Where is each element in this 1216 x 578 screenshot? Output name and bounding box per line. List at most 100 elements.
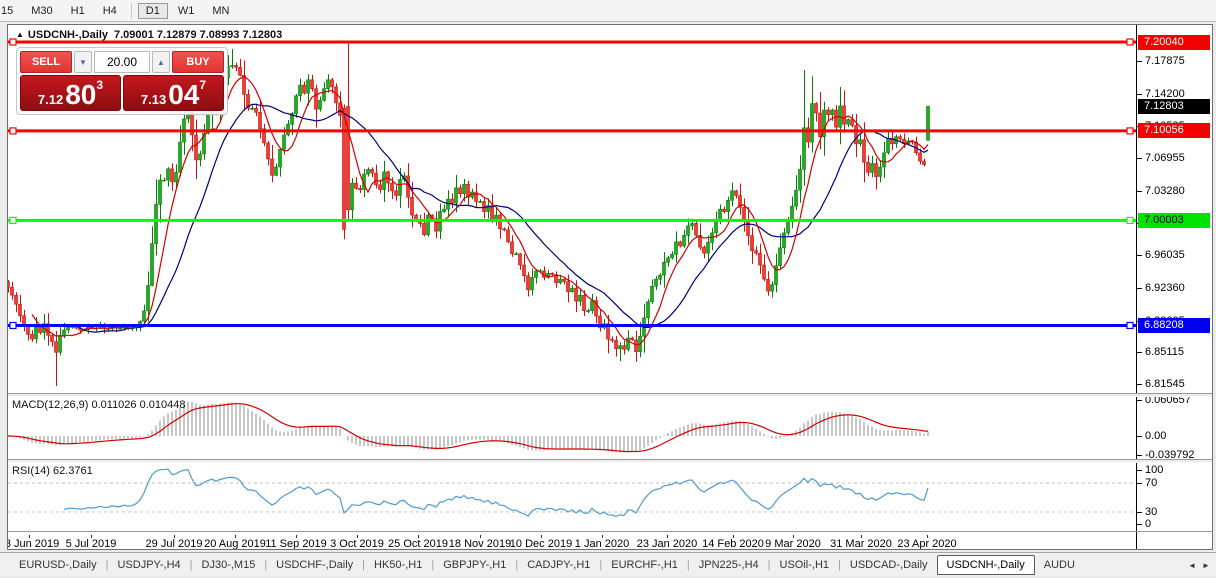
macd-panel[interactable]: MACD(12,26,9) 0.011026 0.010448 [8,397,1136,459]
axis-tick-label: 6.85115 [1145,346,1184,358]
sell-price-pip: 3 [96,78,104,92]
timeframe-button-m30[interactable]: M30 [23,3,60,19]
price-badge: 7.12803 [1138,99,1210,114]
axis-tick-mark [1137,436,1142,437]
axis-tick-label: 6.81545 [1145,378,1185,390]
axis-tick-label: 6.92360 [1145,282,1185,294]
timeframe-button-d1[interactable]: D1 [137,2,168,19]
price-badge: 7.20040 [1138,35,1210,50]
chart-window[interactable]: ▲ USDCNH-,Daily 7.09001 7.12879 7.08993 7.… [7,24,1213,550]
axis-tick-label: 7.17875 [1145,55,1185,67]
tab-hk50-h1[interactable]: HK50-,H1 [365,555,431,575]
date-label: 3 Oct 2019 [330,538,384,549]
buy-price-pip: 7 [199,78,207,92]
sell-button[interactable]: SELL [20,51,72,73]
axis-tick-mark [1137,455,1142,456]
price-badge: 6.88208 [1138,318,1210,333]
date-axis-divider [8,531,1212,532]
date-label: 20 Aug 2019 [204,538,266,549]
chart-symbol-label: USDCNH-,Daily [27,29,108,41]
tab-usdcad-daily[interactable]: USDCAD-,Daily [841,555,937,575]
axis-tick-mark [1137,288,1142,289]
axis-tick-mark [1137,400,1142,401]
tab-dj30-m15[interactable]: DJ30-,M15 [193,555,265,575]
axis-tick-label: 6.96035 [1145,249,1185,261]
tab-jpn225-h4[interactable]: JPN225-,H4 [690,555,768,575]
tab-scroll-right-icon[interactable]: ► [1202,561,1210,570]
axis-tick-mark [1137,191,1142,192]
date-label: 9 Mar 2020 [765,538,821,549]
panel-splitter[interactable] [8,393,1212,397]
date-label: 23 Apr 2020 [897,538,957,549]
tab-scroll-arrows: ◄ ► [1184,553,1214,576]
tab-eurchf-h1[interactable]: EURCHF-,H1 [602,555,687,575]
axis-tick-label: 0.00 [1145,430,1167,442]
timeframe-button-h1[interactable]: H1 [63,3,93,19]
axis-tick-label: 70 [1145,477,1158,489]
axis-tick-mark [1137,524,1142,525]
tab-gbpjpy-h1[interactable]: GBPJPY-,H1 [434,555,515,575]
date-label: 5 Jul 2019 [65,538,117,549]
axis-tick-mark [1137,255,1142,256]
date-label: 18 Nov 2019 [448,538,512,549]
buy-quote-panel[interactable]: 7.13 04 7 [123,75,224,111]
volume-input[interactable]: 20.00 [94,51,150,73]
price-badge: 7.10056 [1138,123,1210,138]
axis-tick-label: 100 [1145,464,1164,476]
one-click-trade-widget: SELL ▼ 20.00 ▲ BUY 7.12 80 3 7.13 04 7 [16,47,228,115]
buy-price-main: 7.13 [140,92,167,107]
timeframe-button-h4[interactable]: H4 [95,3,125,19]
volume-decrease-button[interactable]: ▼ [74,51,92,73]
timeframe-button-15[interactable]: 15 [0,3,21,19]
timeframe-button-w1[interactable]: W1 [170,3,203,19]
tab-usdjpy-h4[interactable]: USDJPY-,H4 [108,555,189,575]
rsi-panel[interactable]: RSI(14) 62.3761 [8,463,1136,531]
symbol-tabbar: EURUSD-,Daily | USDJPY-,H4 | DJ30-,M15 | USDCH… [0,552,1216,576]
axis-tick-label: 0 [1145,518,1152,530]
price-axis[interactable]: 7.17875 7.14200 7.06955 7.03280 6.96035 6.923… [1136,25,1212,549]
tab-usdchf-daily[interactable]: USDCHF-,Daily [267,555,362,575]
volume-increase-button[interactable]: ▲ [152,51,170,73]
panel-splitter[interactable] [8,459,1212,463]
date-label: 10 Dec 2019 [509,538,573,549]
macd-label: MACD(12,26,9) 0.011026 0.010448 [12,399,186,411]
axis-tick-mark [1137,512,1142,513]
tab-audu[interactable]: AUDU [1035,555,1084,575]
date-label: 13 Jun 2019 [8,538,60,549]
date-label: 29 Jul 2019 [145,538,203,549]
date-label: 31 Mar 2020 [830,538,892,549]
timeframe-button-mn[interactable]: MN [204,3,237,19]
axis-tick-label: 7.06955 [1145,152,1185,164]
axis-tick-mark [1137,94,1142,95]
collapse-arrow-icon[interactable]: ▲ [16,30,24,39]
tab-eurusd-daily[interactable]: EURUSD-,Daily [10,555,106,575]
sell-price-big: 80 [65,79,97,110]
rsi-chart[interactable] [8,463,1136,531]
tab-usdcnh-daily[interactable]: USDCNH-,Daily [936,554,1035,575]
buy-price-big: 04 [168,79,200,110]
axis-tick-mark [1137,352,1142,353]
axis-tick-mark [1137,470,1142,471]
sell-price-main: 7.12 [37,92,64,107]
date-label: 25 Oct 2019 [388,538,448,549]
date-label: 14 Feb 2020 [702,538,764,549]
axis-tick-label: 7.03280 [1145,185,1185,197]
axis-tick-mark [1137,483,1142,484]
date-label: 1 Jan 2020 [574,538,630,549]
tab-scroll-left-icon[interactable]: ◄ [1188,561,1196,570]
date-label: 11 Sep 2019 [265,538,327,549]
date-axis[interactable]: 13 Jun 2019 5 Jul 2019 29 Jul 201920 Aug 2… [8,535,1136,549]
timeframe-toolbar: 15 M30 H1 H4 D1 W1 MN [0,0,1216,22]
tab-usoil-h1[interactable]: USOil-,H1 [771,555,839,575]
axis-tick-mark [1137,158,1142,159]
chart-title: ▲ USDCNH-,Daily 7.09001 7.12879 7.08993 7.… [16,29,282,41]
toolbar-separator [130,2,132,19]
buy-button[interactable]: BUY [172,51,224,73]
rsi-label: RSI(14) 62.3761 [12,465,93,477]
tab-cadjpy-h1[interactable]: CADJPY-,H1 [518,555,599,575]
axis-tick-mark [1137,61,1142,62]
price-badge: 7.00003 [1138,213,1210,228]
axis-tick-mark [1137,384,1142,385]
date-label: 23 Jan 2020 [636,538,698,549]
sell-quote-panel[interactable]: 7.12 80 3 [20,75,121,111]
